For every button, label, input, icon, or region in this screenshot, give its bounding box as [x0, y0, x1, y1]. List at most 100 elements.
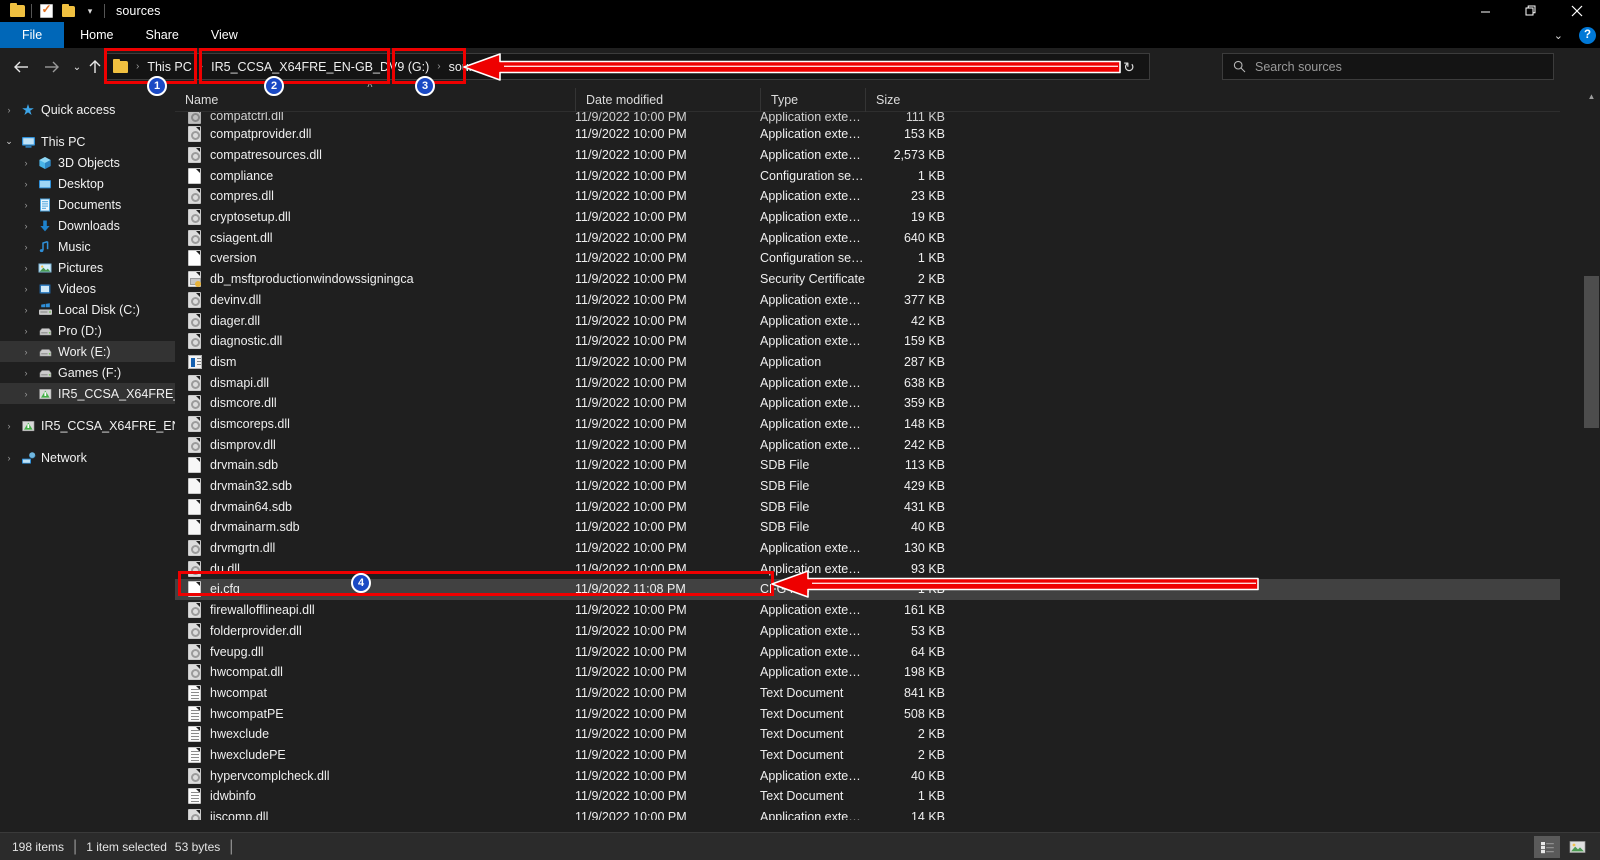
breadcrumb-this-pc[interactable]: This PC — [141, 54, 197, 79]
expand-arrow-icon[interactable]: › — [17, 158, 35, 168]
close-button[interactable] — [1554, 0, 1600, 22]
table-row[interactable]: fveupg.dll 11/9/2022 10:00 PM Application … — [175, 641, 1560, 662]
table-row[interactable]: compliance 11/9/2022 10:00 PM Configuratio… — [175, 165, 1560, 186]
expand-arrow-icon[interactable]: › — [0, 105, 18, 115]
table-row[interactable]: folderprovider.dll 11/9/2022 10:00 PM Appl… — [175, 621, 1560, 642]
table-row[interactable]: hwexclude 11/9/2022 10:00 PM Text Document… — [175, 724, 1560, 745]
refresh-icon[interactable]: ↻ — [1115, 54, 1143, 81]
table-row[interactable]: drvmain32.sdb 11/9/2022 10:00 PM SDB File 4… — [175, 476, 1560, 497]
table-row[interactable]: compatprovider.dll 11/9/2022 10:00 PM Appl… — [175, 124, 1560, 145]
sidebar-item-videos[interactable]: › Videos — [0, 278, 175, 299]
breadcrumb-drive[interactable]: IR5_CCSA_X64FRE_EN-GB_DV9 (G:) — [205, 54, 435, 79]
sidebar-item-3d-objects[interactable]: › 3D Objects — [0, 152, 175, 173]
navigation-pane[interactable]: › Quick access ⌄ This PC › 3D Objects › — [0, 88, 175, 820]
sidebar-item-dvd-drive-root[interactable]: › IR5_CCSA_X64FRE_EN-G — [0, 415, 176, 436]
sidebar-item-games-f[interactable]: › Games (F:) — [0, 362, 175, 383]
table-row[interactable]: drvmain64.sdb 11/9/2022 10:00 PM SDB File 4… — [175, 496, 1560, 517]
table-row[interactable]: dismapi.dll 11/9/2022 10:00 PM Application… — [175, 372, 1560, 393]
new-folder-icon[interactable] — [57, 0, 79, 22]
sidebar-item-pictures[interactable]: › Pictures — [0, 257, 175, 278]
search-input[interactable]: Search sources — [1222, 53, 1554, 80]
table-row[interactable]: firewallofflineapi.dll 11/9/2022 10:00 PM… — [175, 600, 1560, 621]
file-list[interactable]: compatctrl.dll 11/9/2022 10:00 PM Applicat… — [175, 112, 1560, 820]
scroll-up-icon[interactable]: ▲ — [1583, 88, 1600, 105]
tab-share[interactable]: Share — [130, 22, 195, 48]
large-icons-view-icon[interactable] — [1564, 836, 1590, 858]
table-row[interactable]: hypervcomplcheck.dll 11/9/2022 10:00 PM Ap… — [175, 765, 1560, 786]
table-row[interactable]: csiagent.dll 11/9/2022 10:00 PM Applicatio… — [175, 227, 1560, 248]
breadcrumb-separator-1[interactable]: › — [198, 61, 205, 72]
table-row[interactable]: compatresources.dll 11/9/2022 10:00 PM App… — [175, 145, 1560, 166]
table-row[interactable]: compatctrl.dll 11/9/2022 10:00 PM Applicat… — [175, 112, 1560, 124]
table-row[interactable]: drvmainarm.sdb 11/9/2022 10:00 PM SDB File… — [175, 517, 1560, 538]
table-row[interactable]: drvmain.sdb 11/9/2022 10:00 PM SDB File 113… — [175, 455, 1560, 476]
table-row[interactable]: db_msftproductionwindowssigningca 11/9/20… — [175, 269, 1560, 290]
sidebar-item-local-disk-c[interactable]: › Local Disk (C:) — [0, 299, 175, 320]
properties-icon[interactable] — [35, 0, 57, 22]
minimize-button[interactable] — [1462, 0, 1508, 22]
customize-caret-icon[interactable]: ▾ — [79, 0, 101, 22]
sidebar-item-documents[interactable]: › Documents — [0, 194, 175, 215]
vertical-scrollbar[interactable]: ▲ — [1583, 88, 1600, 820]
table-row[interactable]: diager.dll 11/9/2022 10:00 PM Application … — [175, 310, 1560, 331]
expand-arrow-icon[interactable]: › — [17, 305, 35, 315]
table-row[interactable]: dismcore.dll 11/9/2022 10:00 PM Applicatio… — [175, 393, 1560, 414]
expand-arrow-icon[interactable]: › — [17, 284, 35, 294]
sidebar-item-quick-access[interactable]: › Quick access — [0, 99, 175, 120]
table-row[interactable]: hwcompat 11/9/2022 10:00 PM Text Document 8… — [175, 683, 1560, 704]
sidebar-item-music[interactable]: › Music — [0, 236, 175, 257]
column-header-size[interactable]: Size — [865, 88, 945, 112]
back-button[interactable] — [8, 54, 34, 80]
expand-arrow-icon[interactable]: › — [17, 221, 35, 231]
expand-arrow-icon[interactable]: › — [17, 242, 35, 252]
table-row[interactable]: ei.cfg 11/9/2022 11:08 PM CFG File 1 KB — [175, 579, 1560, 600]
scrollbar-thumb[interactable] — [1584, 276, 1599, 428]
sidebar-item-network[interactable]: › Network — [0, 447, 175, 468]
expand-arrow-icon[interactable]: › — [0, 421, 18, 431]
table-row[interactable]: cryptosetup.dll 11/9/2022 10:00 PM Applica… — [175, 207, 1560, 228]
sidebar-item-desktop[interactable]: › Desktop — [0, 173, 175, 194]
help-icon[interactable]: ? — [1579, 26, 1596, 44]
table-row[interactable]: du.dll 11/9/2022 10:00 PM Application exte… — [175, 558, 1560, 579]
table-row[interactable]: dismprov.dll 11/9/2022 10:00 PM Applicatio… — [175, 434, 1560, 455]
sidebar-item-work-e[interactable]: › Work (E:) — [0, 341, 175, 362]
up-button[interactable] — [82, 54, 108, 80]
expand-arrow-icon[interactable]: › — [17, 389, 35, 399]
column-header-name[interactable]: Name ˄ — [175, 80, 575, 112]
address-dropdown-icon[interactable]: ⌄ — [1083, 54, 1111, 81]
table-row[interactable]: dismcoreps.dll 11/9/2022 10:00 PM Applicat… — [175, 414, 1560, 435]
table-row[interactable]: iiscomp.dll 11/9/2022 10:00 PM Application… — [175, 807, 1560, 820]
forward-button[interactable] — [38, 54, 64, 80]
table-row[interactable]: cversion 11/9/2022 10:00 PM Configuration … — [175, 248, 1560, 269]
sidebar-item-this-pc[interactable]: ⌄ This PC — [0, 131, 175, 152]
table-row[interactable]: hwcompatPE 11/9/2022 10:00 PM Text Documen… — [175, 703, 1560, 724]
chevron-down-icon[interactable]: ⌄ — [1548, 29, 1569, 42]
restore-button[interactable] — [1508, 0, 1554, 22]
tab-view[interactable]: View — [195, 22, 254, 48]
expand-arrow-icon[interactable]: › — [17, 263, 35, 273]
collapse-arrow-icon[interactable]: ⌄ — [0, 136, 18, 147]
sidebar-item-downloads[interactable]: › Downloads — [0, 215, 175, 236]
breadcrumb[interactable]: › This PC › IR5_CCSA_X64FRE_EN-GB_DV9 (G… — [106, 53, 1150, 80]
expand-arrow-icon[interactable]: › — [17, 347, 35, 357]
details-view-icon[interactable] — [1534, 836, 1560, 858]
expand-arrow-icon[interactable]: › — [17, 200, 35, 210]
expand-arrow-icon[interactable]: › — [0, 453, 18, 463]
expand-arrow-icon[interactable]: › — [17, 368, 35, 378]
table-row[interactable]: compres.dll 11/9/2022 10:00 PM Application… — [175, 186, 1560, 207]
table-row[interactable]: devinv.dll 11/9/2022 10:00 PM Application … — [175, 290, 1560, 311]
sidebar-item-dvd-drive-g[interactable]: › IR5_CCSA_X64FRE_EN- — [0, 383, 175, 404]
table-row[interactable]: drvmgrtn.dll 11/9/2022 10:00 PM Applicatio… — [175, 538, 1560, 559]
tab-file[interactable]: File — [0, 22, 65, 48]
expand-arrow-icon[interactable]: › — [17, 179, 35, 189]
sidebar-item-pro-d[interactable]: › Pro (D:) — [0, 320, 175, 341]
table-row[interactable]: idwbinfo 11/9/2022 10:00 PM Text Document 1… — [175, 786, 1560, 807]
breadcrumb-sources[interactable]: sources — [443, 54, 499, 79]
table-row[interactable]: dism 11/9/2022 10:00 PM Application 287 KB — [175, 352, 1560, 373]
tab-home[interactable]: Home — [64, 22, 129, 48]
table-row[interactable]: diagnostic.dll 11/9/2022 10:00 PM Applicat… — [175, 331, 1560, 352]
expand-arrow-icon[interactable]: › — [17, 326, 35, 336]
table-row[interactable]: hwcompat.dll 11/9/2022 10:00 PM Applicatio… — [175, 662, 1560, 683]
breadcrumb-separator-2[interactable]: › — [435, 61, 442, 72]
column-header-date-modified[interactable]: Date modified — [575, 88, 760, 112]
